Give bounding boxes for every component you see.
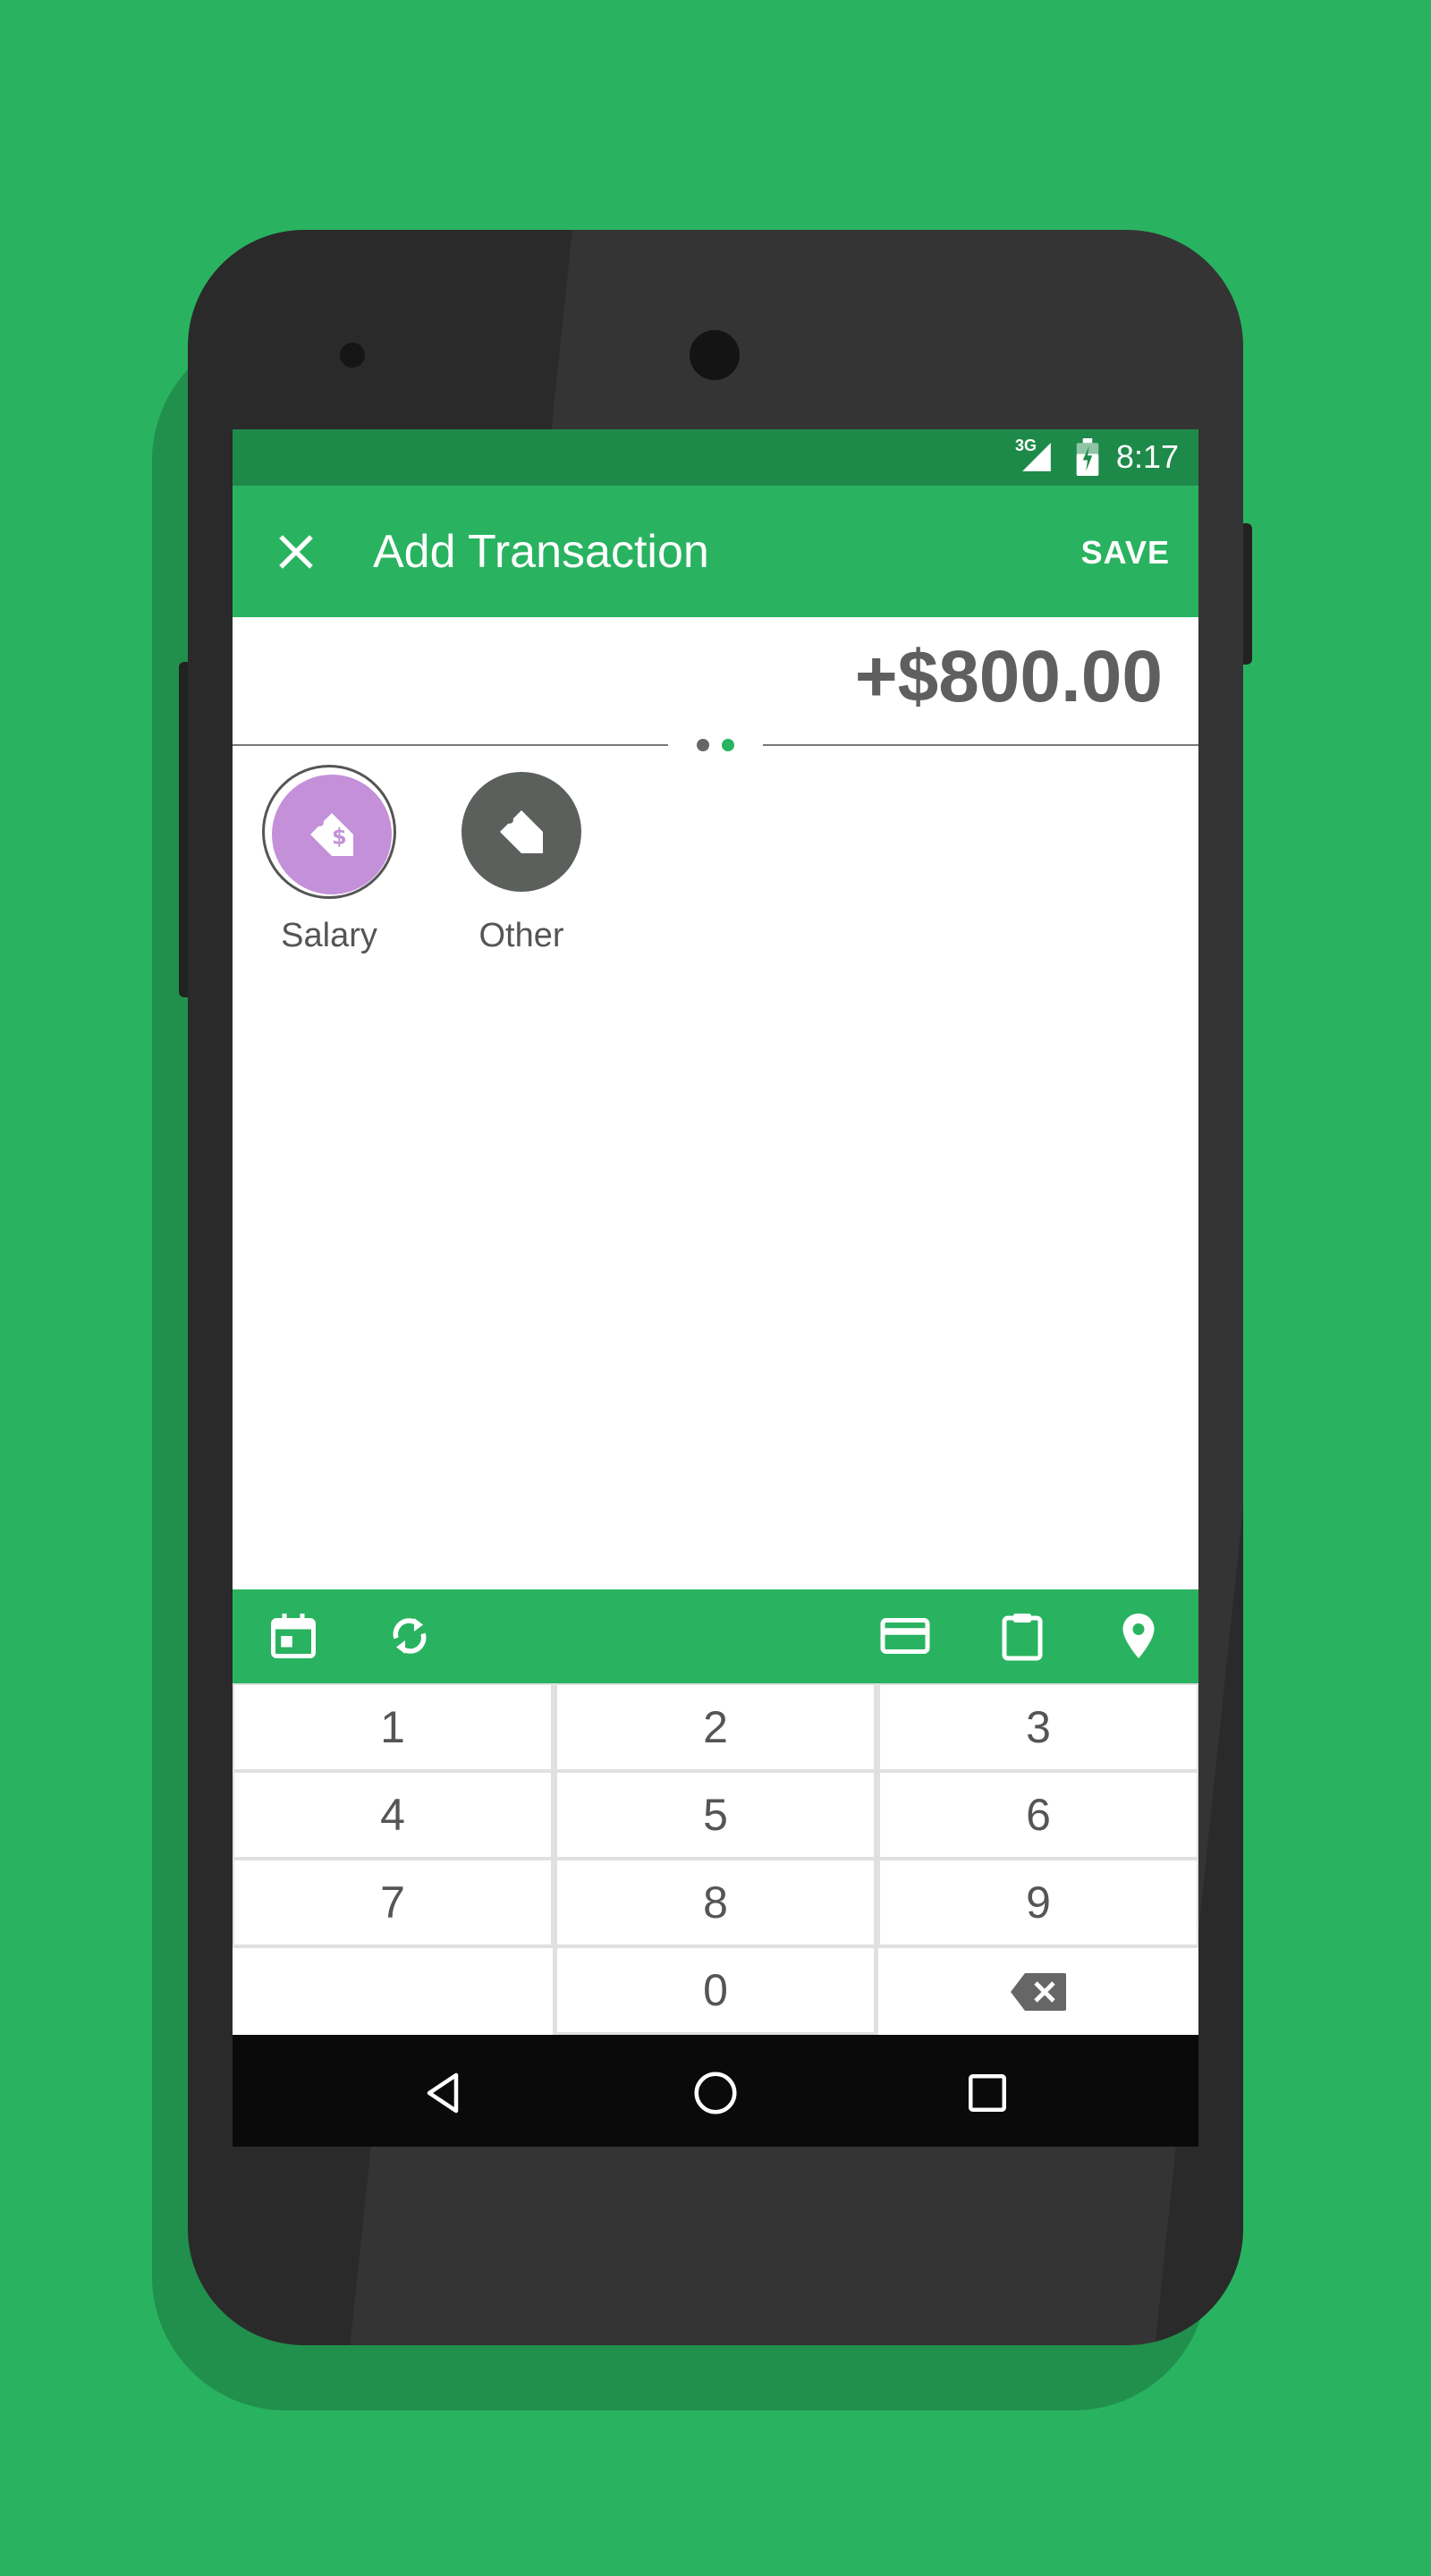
divider (233, 744, 668, 746)
battery-icon (1076, 438, 1099, 476)
status-time: 8:17 (1115, 438, 1179, 475)
close-icon[interactable] (270, 526, 322, 578)
page-title: Add Transaction (373, 526, 709, 578)
key-6[interactable]: 6 (880, 1773, 1197, 1857)
key-3[interactable]: 3 (880, 1685, 1197, 1769)
back-icon[interactable] (416, 2066, 470, 2120)
credit-card-icon[interactable] (878, 1609, 932, 1663)
phone-camera (690, 330, 740, 380)
category-salary[interactable]: $ Salary (240, 765, 419, 955)
location-icon[interactable] (1112, 1609, 1165, 1663)
backspace-key[interactable] (878, 1948, 1198, 2035)
app-bar: Add Transaction SAVE (233, 486, 1198, 617)
numeric-keypad: 1 2 3 4 5 6 7 8 9 0 (233, 1683, 1198, 2035)
divider (763, 744, 1198, 746)
home-icon[interactable] (689, 2066, 742, 2120)
backspace-icon (1011, 1972, 1066, 2011)
key-0[interactable]: 0 (557, 1948, 874, 2032)
clipboard-icon[interactable] (995, 1609, 1049, 1663)
key-4[interactable]: 4 (234, 1773, 551, 1857)
svg-text:$: $ (332, 825, 347, 850)
phone-speaker (340, 343, 365, 368)
amount-display[interactable]: +$800.00 (855, 635, 1163, 719)
tag-dollar-icon: $ (310, 813, 353, 856)
transaction-options-toolbar (233, 1589, 1198, 1683)
key-8[interactable]: 8 (557, 1860, 874, 1945)
recents-icon[interactable] (961, 2066, 1014, 2120)
calendar-icon[interactable] (267, 1609, 320, 1663)
key-1[interactable]: 1 (234, 1685, 551, 1769)
key-9[interactable]: 9 (880, 1860, 1197, 1945)
category-icon-circle: $ (272, 775, 392, 894)
save-button[interactable]: SAVE (1081, 534, 1170, 572)
category-icon-circle (461, 772, 581, 892)
key-empty (233, 1948, 553, 2035)
key-7[interactable]: 7 (234, 1860, 551, 1945)
category-other[interactable]: Other (432, 765, 611, 955)
key-2[interactable]: 2 (557, 1685, 874, 1769)
page-indicator-dot (697, 739, 709, 751)
signal-icon (1022, 443, 1051, 471)
repeat-icon[interactable] (383, 1609, 436, 1663)
category-label: Other (478, 917, 564, 954)
system-nav-bar (233, 2035, 1198, 2147)
key-5[interactable]: 5 (557, 1773, 874, 1857)
page-indicator-dot-active (722, 739, 734, 751)
status-bar: 3G 8:17 (233, 429, 1198, 486)
category-label: Salary (281, 917, 377, 954)
tag-icon (500, 810, 543, 853)
app-screen: 3G 8:17 Add Transaction SAVE +$800.00 $ … (233, 429, 1198, 2147)
